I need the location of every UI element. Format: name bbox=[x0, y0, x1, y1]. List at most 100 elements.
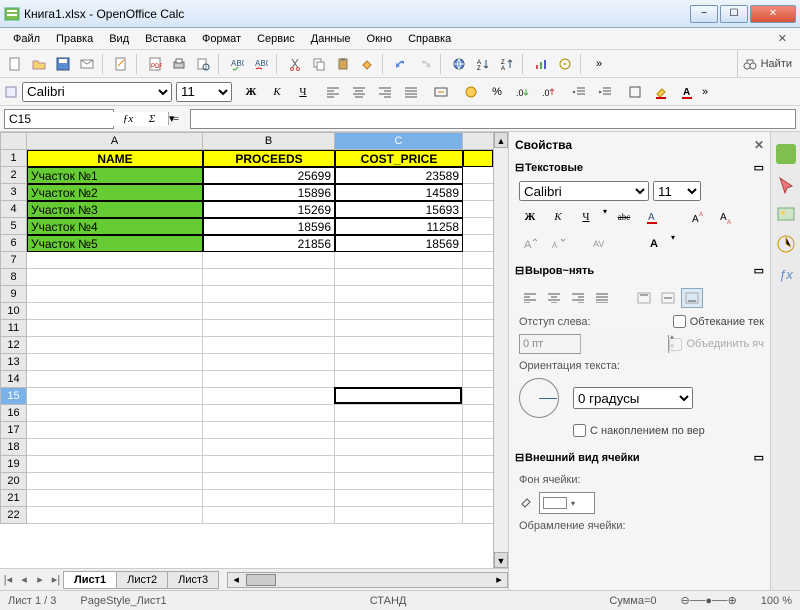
font-size-select[interactable]: 11 bbox=[176, 82, 232, 102]
cell[interactable] bbox=[203, 252, 335, 269]
binoculars-icon[interactable] bbox=[742, 57, 758, 71]
row-header[interactable]: 16 bbox=[0, 405, 27, 422]
cell[interactable] bbox=[335, 405, 463, 422]
cell[interactable]: NAME bbox=[27, 150, 203, 167]
bgcolor-button[interactable] bbox=[650, 81, 672, 103]
row-header[interactable]: 11 bbox=[0, 320, 27, 337]
cell[interactable] bbox=[463, 167, 493, 184]
autocheck-button[interactable]: ABC bbox=[250, 53, 272, 75]
sidebar-spacing[interactable]: AV bbox=[589, 233, 611, 253]
decrease-indent-button[interactable] bbox=[568, 81, 590, 103]
menu-insert[interactable]: Вставка bbox=[138, 31, 193, 47]
row-header[interactable]: 14 bbox=[0, 371, 27, 388]
save-button[interactable] bbox=[52, 53, 74, 75]
indent-spinner[interactable]: ▲▼ bbox=[519, 334, 581, 354]
wrap-checkbox[interactable] bbox=[673, 315, 686, 328]
cell[interactable] bbox=[203, 320, 335, 337]
tab-prev[interactable]: ◂ bbox=[16, 573, 32, 586]
cell[interactable]: 18596 bbox=[203, 218, 335, 235]
fx-button[interactable]: ƒx bbox=[118, 109, 138, 129]
deck-navigator-icon[interactable] bbox=[776, 234, 796, 254]
cell[interactable] bbox=[203, 371, 335, 388]
sort-desc-button[interactable]: ZA bbox=[496, 53, 518, 75]
copy-button[interactable] bbox=[308, 53, 330, 75]
cell[interactable] bbox=[27, 269, 203, 286]
sidebar-subscript[interactable]: AA bbox=[715, 207, 737, 227]
cell[interactable] bbox=[27, 473, 203, 490]
cell[interactable] bbox=[463, 252, 493, 269]
horizontal-scrollbar[interactable]: ◂▸ bbox=[227, 572, 508, 588]
cell[interactable] bbox=[463, 507, 493, 524]
name-box[interactable]: ▾ bbox=[4, 109, 114, 129]
menu-help[interactable]: Справка bbox=[401, 31, 458, 47]
cell[interactable] bbox=[463, 354, 493, 371]
row-header[interactable]: 21 bbox=[0, 490, 27, 507]
indent-input[interactable] bbox=[520, 335, 668, 353]
cell[interactable] bbox=[463, 201, 493, 218]
increase-indent-button[interactable] bbox=[594, 81, 616, 103]
text-section-title[interactable]: Текстовые bbox=[525, 162, 583, 174]
deck-functions-icon[interactable]: ƒx bbox=[776, 264, 796, 284]
sidebar-grow-font[interactable]: A bbox=[519, 233, 541, 253]
row-header[interactable]: 22 bbox=[0, 507, 27, 524]
cell[interactable] bbox=[203, 490, 335, 507]
cell[interactable] bbox=[335, 371, 463, 388]
cell[interactable] bbox=[203, 405, 335, 422]
status-mode[interactable]: СТАНД bbox=[370, 595, 407, 607]
valign-top[interactable] bbox=[633, 288, 655, 308]
currency-button[interactable] bbox=[460, 81, 482, 103]
row-header[interactable]: 12 bbox=[0, 337, 27, 354]
valign-middle[interactable] bbox=[657, 288, 679, 308]
cell[interactable] bbox=[203, 439, 335, 456]
row-header[interactable]: 5 bbox=[0, 218, 27, 235]
cell[interactable] bbox=[27, 354, 203, 371]
cell[interactable]: Участок №5 bbox=[27, 235, 203, 252]
new-button[interactable] bbox=[4, 53, 26, 75]
cell[interactable] bbox=[335, 507, 463, 524]
styles-button[interactable] bbox=[4, 85, 18, 99]
cell[interactable]: 23589 bbox=[335, 167, 463, 184]
cut-button[interactable] bbox=[284, 53, 306, 75]
undo-button[interactable] bbox=[390, 53, 412, 75]
orientation-dial[interactable] bbox=[519, 378, 559, 418]
cell[interactable] bbox=[335, 439, 463, 456]
sidebar-bold[interactable]: Ж bbox=[519, 207, 541, 227]
maximize-button[interactable]: ☐ bbox=[720, 5, 748, 23]
cell[interactable]: 15896 bbox=[203, 184, 335, 201]
status-zoom[interactable]: 100 % bbox=[761, 595, 792, 607]
cell[interactable] bbox=[27, 303, 203, 320]
print-button[interactable] bbox=[168, 53, 190, 75]
equals-button[interactable]: = bbox=[166, 109, 186, 129]
row-header[interactable]: 18 bbox=[0, 439, 27, 456]
grid-body[interactable]: 1NAMEPROCEEDSCOST_PRICE2Участок №1256992… bbox=[0, 150, 493, 568]
cell[interactable] bbox=[335, 286, 463, 303]
row-header[interactable]: 4 bbox=[0, 201, 27, 218]
row-header[interactable]: 19 bbox=[0, 456, 27, 473]
cell[interactable] bbox=[27, 252, 203, 269]
cell[interactable] bbox=[203, 507, 335, 524]
col-header-B[interactable]: B bbox=[203, 132, 335, 150]
cell[interactable] bbox=[463, 184, 493, 201]
cell[interactable]: 18569 bbox=[335, 235, 463, 252]
cell[interactable] bbox=[203, 422, 335, 439]
degrees-select[interactable]: 0 градусы bbox=[573, 387, 693, 409]
cell[interactable] bbox=[463, 456, 493, 473]
deck-styles-icon[interactable] bbox=[776, 174, 796, 194]
email-button[interactable] bbox=[76, 53, 98, 75]
select-all-corner[interactable] bbox=[0, 132, 27, 150]
cell[interactable]: Участок №2 bbox=[27, 184, 203, 201]
sheet-tab-1[interactable]: Лист1 bbox=[63, 571, 117, 589]
cell[interactable] bbox=[335, 354, 463, 371]
menu-window[interactable]: Окно bbox=[360, 31, 400, 47]
cell[interactable] bbox=[463, 371, 493, 388]
cell[interactable]: Участок №3 bbox=[27, 201, 203, 218]
vertical-scrollbar[interactable]: ▲▼ bbox=[493, 132, 508, 568]
col-header-D[interactable] bbox=[463, 132, 493, 150]
italic-button[interactable]: К bbox=[266, 81, 288, 103]
close-button[interactable]: ✕ bbox=[750, 5, 796, 23]
edit-doc-button[interactable] bbox=[110, 53, 132, 75]
fontcolor-button[interactable]: A bbox=[676, 81, 698, 103]
cell[interactable]: 25699 bbox=[203, 167, 335, 184]
menu-data[interactable]: Данные bbox=[304, 31, 358, 47]
cell[interactable]: 15693 bbox=[335, 201, 463, 218]
